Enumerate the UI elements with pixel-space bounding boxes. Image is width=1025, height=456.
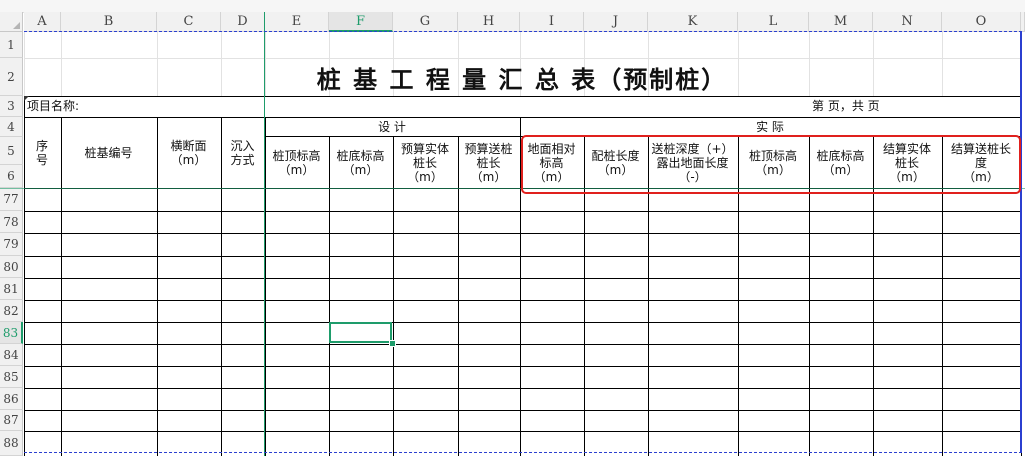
group-header-actual[interactable]: 实 际 bbox=[520, 118, 1020, 136]
row-header-88[interactable]: 88 bbox=[0, 431, 23, 456]
column-header-I[interactable]: I bbox=[520, 12, 584, 32]
column-header-H[interactable]: H bbox=[458, 12, 520, 32]
print-area-right-boundary bbox=[1020, 32, 1022, 452]
border-h bbox=[24, 410, 1021, 411]
page-info[interactable]: 第 页，共 页 bbox=[812, 97, 880, 114]
border-h bbox=[24, 431, 1021, 432]
row-header-5[interactable]: 5 bbox=[0, 137, 23, 165]
select-all-corner[interactable] bbox=[0, 12, 23, 32]
group-header-design[interactable]: 设 计 bbox=[265, 118, 519, 136]
column-header-filler bbox=[1021, 12, 1025, 32]
column-header-K[interactable]: K bbox=[648, 12, 738, 32]
column-header-J[interactable]: J bbox=[584, 12, 648, 32]
header-budget-solid-len[interactable]: 预算实体 桩长 （m） bbox=[393, 137, 457, 188]
sheet-title[interactable]: 桩 基 工 程 量 汇 总 表（预制桩） bbox=[24, 58, 1020, 96]
border-h bbox=[24, 278, 1021, 279]
row-header-82[interactable]: 82 bbox=[0, 300, 23, 322]
row-header-6[interactable]: 6 bbox=[0, 165, 23, 188]
border-h bbox=[24, 388, 1021, 389]
print-area-bottom-boundary bbox=[24, 452, 1022, 453]
header-budget-send-len[interactable]: 预算送桩 桩长 （m） bbox=[458, 137, 519, 188]
active-cell-cursor[interactable] bbox=[329, 322, 392, 343]
header-design-top-elev[interactable]: 桩顶标高 （m） bbox=[265, 137, 328, 188]
header-sink-method[interactable]: 沉入 方式 bbox=[221, 118, 264, 188]
row-header-78[interactable]: 78 bbox=[0, 211, 23, 233]
fill-handle[interactable] bbox=[389, 340, 396, 347]
annotation-highlight-box bbox=[521, 135, 1021, 194]
column-header-E[interactable]: E bbox=[265, 12, 329, 32]
row-header-2[interactable]: 2 bbox=[0, 58, 23, 96]
column-header-O[interactable]: O bbox=[942, 12, 1021, 32]
column-header-M[interactable]: M bbox=[809, 12, 873, 32]
column-header-F[interactable]: F bbox=[329, 12, 393, 32]
border-h bbox=[24, 256, 1021, 257]
column-header-B[interactable]: B bbox=[61, 12, 157, 32]
border-h bbox=[24, 366, 1021, 367]
row-header-83[interactable]: 83 bbox=[0, 322, 23, 344]
header-seq[interactable]: 序 号 bbox=[24, 118, 60, 188]
row-header-1[interactable]: 1 bbox=[0, 32, 23, 58]
row-header-87[interactable]: 87 bbox=[0, 410, 23, 431]
column-header-D[interactable]: D bbox=[221, 12, 265, 32]
spreadsheet[interactable]: ABCDEFGHIJKLMNO 1 2 3 4 5 6 77 78 79 80 81 82 83 84 85… bbox=[0, 0, 1025, 456]
column-header-L[interactable]: L bbox=[738, 12, 809, 32]
border-h bbox=[24, 233, 1021, 234]
border-h bbox=[24, 344, 1021, 345]
row-header-84[interactable]: 84 bbox=[0, 344, 23, 366]
border-h bbox=[24, 322, 1021, 323]
row-header-79[interactable]: 79 bbox=[0, 233, 23, 256]
border-h bbox=[24, 211, 1021, 212]
header-design-bottom-elev[interactable]: 桩底标高 （m） bbox=[329, 137, 392, 188]
header-pile-id[interactable]: 桩基编号 bbox=[61, 118, 156, 188]
select-all-triangle-icon bbox=[13, 22, 20, 29]
row-header-85[interactable]: 85 bbox=[0, 366, 23, 388]
row-header-3[interactable]: 3 bbox=[0, 96, 23, 117]
comment-indicator-icon bbox=[24, 96, 29, 101]
header-cross-section[interactable]: 横断面 （m） bbox=[157, 118, 220, 188]
column-header-G[interactable]: G bbox=[393, 12, 458, 32]
print-area-top-boundary bbox=[24, 31, 1022, 32]
row-header-4[interactable]: 4 bbox=[0, 117, 23, 137]
column-header-A[interactable]: A bbox=[24, 12, 61, 32]
column-header-N[interactable]: N bbox=[873, 12, 942, 32]
row-header-81[interactable]: 81 bbox=[0, 278, 23, 300]
border-h bbox=[24, 300, 1021, 301]
row-header-80[interactable]: 80 bbox=[0, 256, 23, 278]
row-header-77[interactable]: 77 bbox=[0, 188, 23, 211]
freeze-pane-vertical bbox=[264, 12, 265, 456]
project-name-label[interactable]: 项目名称: bbox=[27, 97, 79, 114]
row-header-86[interactable]: 86 bbox=[0, 388, 23, 410]
column-header-C[interactable]: C bbox=[157, 12, 221, 32]
